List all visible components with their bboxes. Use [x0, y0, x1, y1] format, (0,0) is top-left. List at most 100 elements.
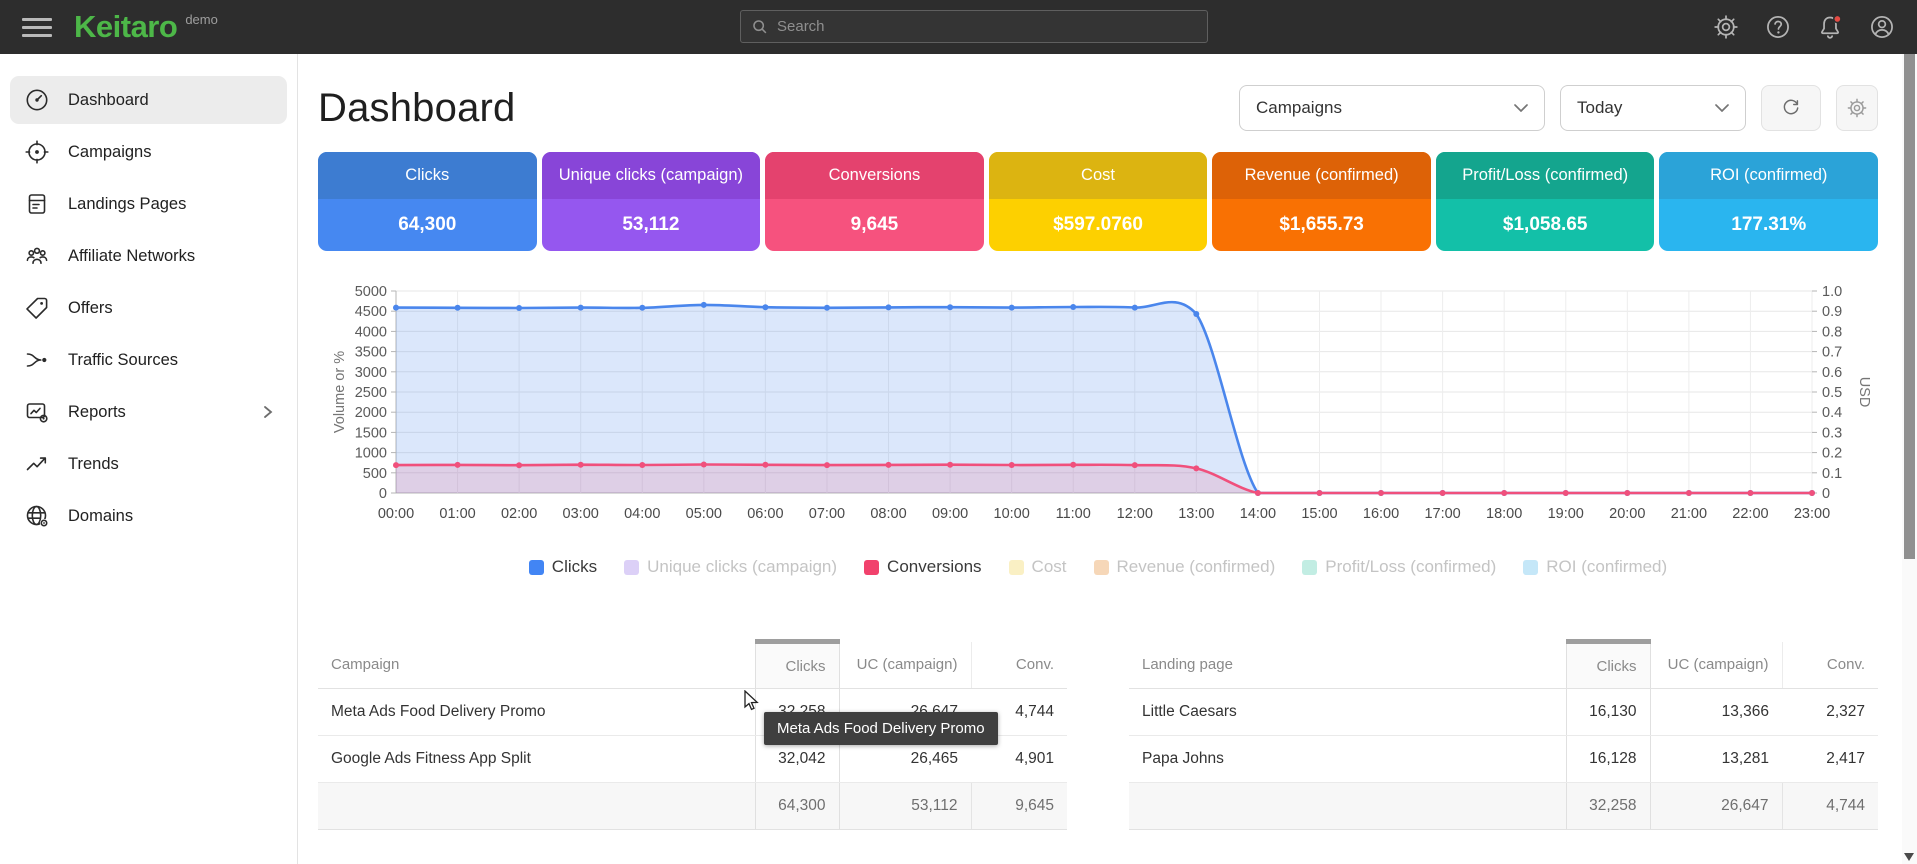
svg-text:08:00: 08:00 [870, 506, 906, 522]
dashboard-settings-button[interactable] [1836, 85, 1878, 131]
sidebar-item-landings-pages[interactable]: Landings Pages [10, 180, 287, 228]
sidebar-item-label: Dashboard [68, 91, 149, 110]
column-header-campaign[interactable]: Campaign [318, 642, 755, 689]
legend-swatch [624, 560, 639, 575]
chevron-right-icon [261, 405, 275, 419]
sidebar-item-traffic-sources[interactable]: Traffic Sources [10, 336, 287, 384]
topbar-icons [1713, 0, 1895, 54]
svg-text:21:00: 21:00 [1671, 506, 1707, 522]
sidebar-item-affiliate-networks[interactable]: Affiliate Networks [10, 232, 287, 280]
total-cell [318, 783, 755, 830]
column-header-uc-campaign[interactable]: UC (campaign) [1650, 642, 1782, 689]
metric-card-label: Unique clicks (campaign) [542, 152, 761, 199]
brand-logo: Keitaro [74, 10, 177, 44]
metric-card-unique-clicks-campaign: Unique clicks (campaign)53,112 [542, 152, 761, 251]
svg-text:16:00: 16:00 [1363, 506, 1399, 522]
campaigns-filter-select[interactable]: Campaigns [1239, 85, 1545, 131]
metric-card-value: $1,058.65 [1436, 199, 1655, 251]
metric-card-value: 64,300 [318, 199, 537, 251]
legend-item-conversions[interactable]: Conversions [864, 557, 982, 577]
svg-text:4000: 4000 [355, 324, 387, 340]
svg-text:0.6: 0.6 [1822, 365, 1842, 381]
svg-text:3500: 3500 [355, 345, 387, 361]
legend-item-unique-clicks-campaign[interactable]: Unique clicks (campaign) [624, 557, 837, 577]
legend-item-profit-loss-confirmed[interactable]: Profit/Loss (confirmed) [1302, 557, 1496, 577]
sidebar-item-label: Affiliate Networks [68, 247, 195, 266]
total-cell: 9,645 [971, 783, 1067, 830]
scrollbar-thumb[interactable] [1904, 54, 1915, 559]
chart-legend: Clicks Unique clicks (campaign) Conversion… [318, 557, 1878, 577]
row-name-cell[interactable]: Meta Ads Food Delivery Promo [318, 689, 755, 736]
svg-text:03:00: 03:00 [563, 506, 599, 522]
search-input[interactable] [777, 18, 1197, 35]
legend-label: Clicks [552, 557, 597, 577]
svg-text:07:00: 07:00 [809, 506, 845, 522]
metric-card-cost: Cost$597.0760 [989, 152, 1208, 251]
notifications-icon[interactable] [1817, 14, 1843, 40]
refresh-button[interactable] [1761, 85, 1821, 131]
svg-text:02:00: 02:00 [501, 506, 537, 522]
scroll-down-arrow-icon[interactable] [1904, 853, 1914, 861]
sidebar-item-trends[interactable]: Trends [10, 440, 287, 488]
sidebar-item-dashboard[interactable]: Dashboard [10, 76, 287, 124]
row-name-cell[interactable]: Little Caesars [1129, 689, 1566, 736]
table-row[interactable]: Little Caesars16,13013,3662,327 [1129, 689, 1878, 736]
column-header-clicks[interactable]: Clicks [755, 642, 839, 689]
metric-card-revenue-confirmed: Revenue (confirmed)$1,655.73 [1212, 152, 1431, 251]
svg-text:0.4: 0.4 [1822, 405, 1842, 421]
legend-item-cost[interactable]: Cost [1009, 557, 1067, 577]
date-range-select[interactable]: Today [1560, 85, 1746, 131]
svg-text:2500: 2500 [355, 385, 387, 401]
menu-icon[interactable] [22, 13, 52, 42]
svg-text:10:00: 10:00 [994, 506, 1030, 522]
trends-icon [24, 451, 50, 477]
row-value-cell: 13,281 [1650, 736, 1782, 783]
help-icon[interactable] [1765, 14, 1791, 40]
column-header-conv[interactable]: Conv. [1782, 642, 1878, 689]
brand: Keitaro demo [74, 10, 218, 44]
sidebar-item-campaigns[interactable]: Campaigns [10, 128, 287, 176]
vertical-scrollbar [1902, 54, 1917, 864]
metric-card-roi-confirmed: ROI (confirmed)177.31% [1659, 152, 1878, 251]
metric-card-label: Conversions [765, 152, 984, 199]
svg-text:0: 0 [379, 486, 387, 502]
table-row[interactable]: Papa Johns16,12813,2812,417 [1129, 736, 1878, 783]
legend-swatch [1523, 560, 1538, 575]
row-name-cell[interactable]: Google Ads Fitness App Split [318, 736, 755, 783]
svg-text:0.3: 0.3 [1822, 425, 1842, 441]
svg-text:500: 500 [363, 466, 387, 482]
metric-card-label: ROI (confirmed) [1659, 152, 1878, 199]
date-range-value: Today [1577, 98, 1622, 118]
sidebar-item-reports[interactable]: Reports [10, 388, 287, 436]
offers-icon [24, 295, 50, 321]
svg-text:20:00: 20:00 [1609, 506, 1645, 522]
metric-card-value: $1,655.73 [1212, 199, 1431, 251]
metric-card-label: Profit/Loss (confirmed) [1436, 152, 1655, 199]
sidebar-item-domains[interactable]: Domains [10, 492, 287, 540]
svg-text:12:00: 12:00 [1117, 506, 1153, 522]
legend-item-roi-confirmed[interactable]: ROI (confirmed) [1523, 557, 1667, 577]
legend-item-revenue-confirmed[interactable]: Revenue (confirmed) [1094, 557, 1276, 577]
column-header-conv[interactable]: Conv. [971, 642, 1067, 689]
legend-item-clicks[interactable]: Clicks [529, 557, 597, 577]
column-header-uc-campaign[interactable]: UC (campaign) [839, 642, 971, 689]
metric-card-label: Clicks [318, 152, 537, 199]
svg-text:1500: 1500 [355, 425, 387, 441]
sidebar-item-offers[interactable]: Offers [10, 284, 287, 332]
svg-text:01:00: 01:00 [439, 506, 475, 522]
row-name-cell[interactable]: Papa Johns [1129, 736, 1566, 783]
column-header-clicks[interactable]: Clicks [1566, 642, 1650, 689]
campaigns-filter-value: Campaigns [1256, 98, 1342, 118]
settings-icon[interactable] [1713, 14, 1739, 40]
svg-text:0.1: 0.1 [1822, 466, 1842, 482]
svg-text:0: 0 [1822, 486, 1830, 502]
svg-text:15:00: 15:00 [1301, 506, 1337, 522]
affiliate-networks-icon [24, 243, 50, 269]
svg-text:Volume or %: Volume or % [332, 351, 348, 433]
svg-text:0.2: 0.2 [1822, 446, 1842, 462]
sidebar-item-label: Offers [68, 299, 113, 318]
legend-swatch [529, 560, 544, 575]
metric-card-clicks: Clicks64,300 [318, 152, 537, 251]
account-icon[interactable] [1869, 14, 1895, 40]
column-header-landing-page[interactable]: Landing page [1129, 642, 1566, 689]
